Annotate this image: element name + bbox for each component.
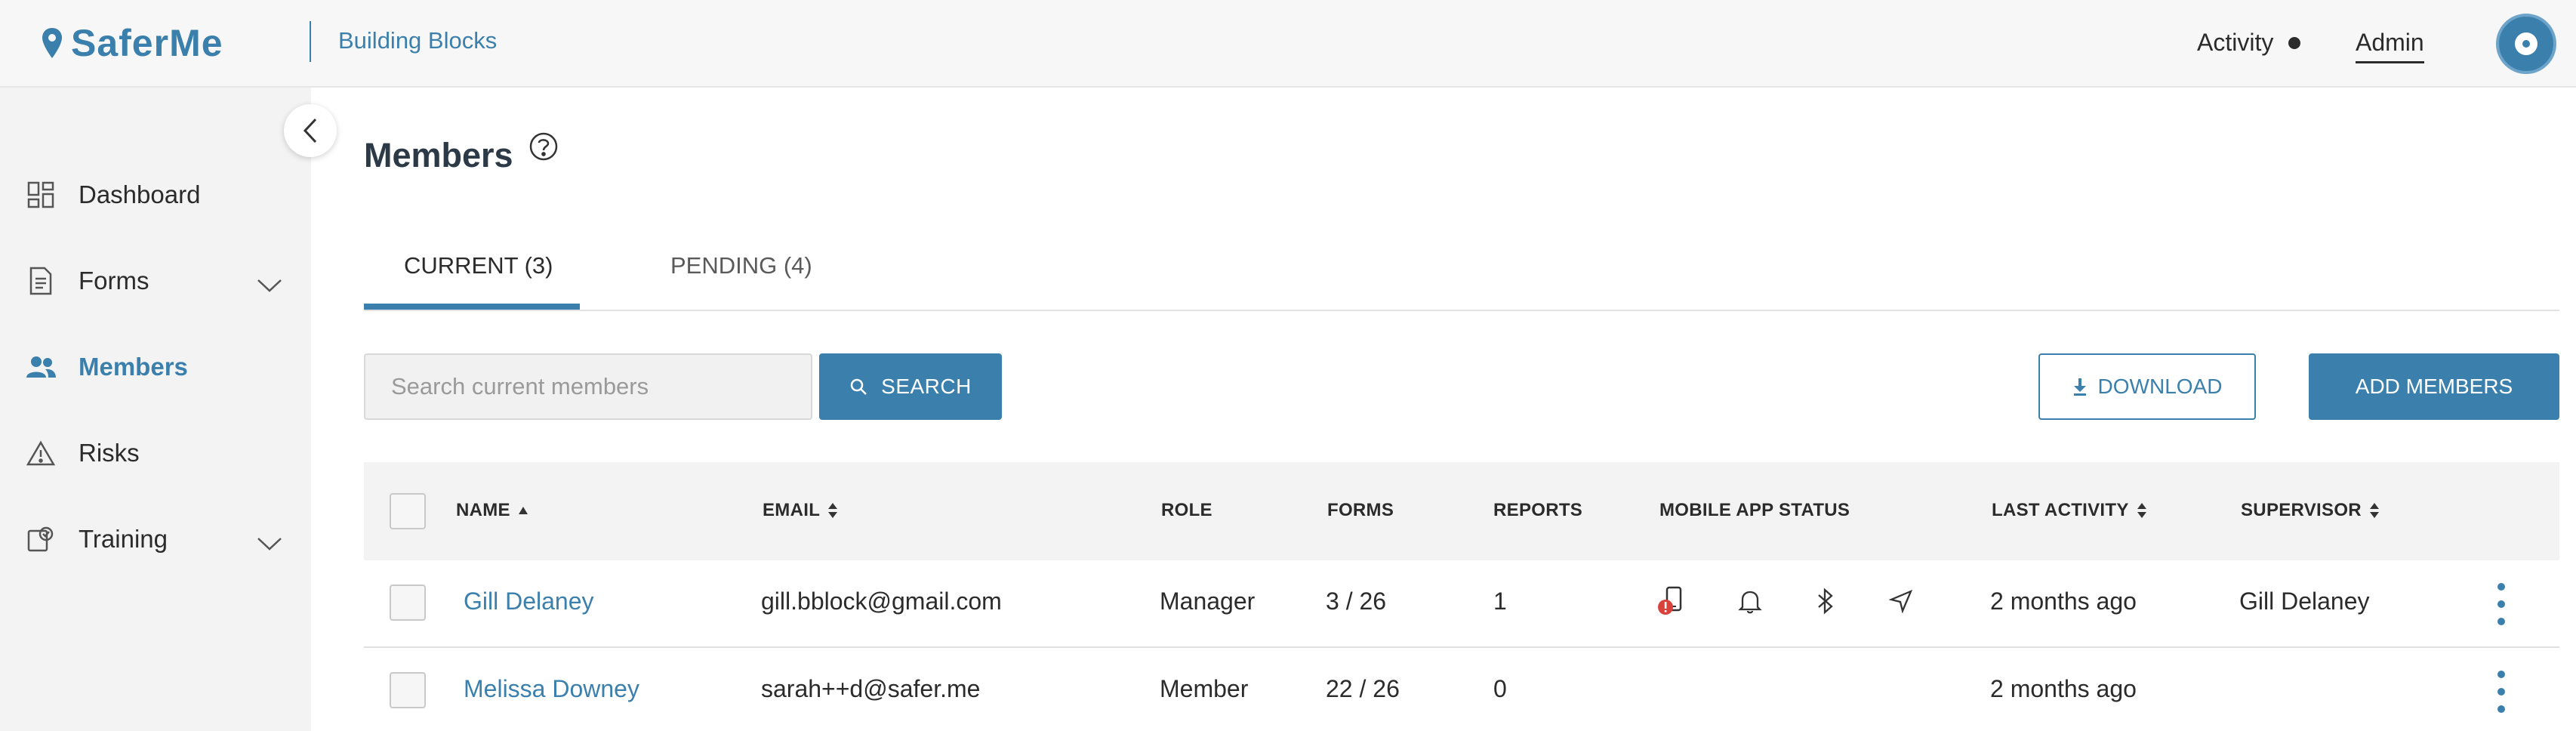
member-forms: 3 / 26 [1326, 588, 1387, 615]
sidebar-item-label: Members [79, 353, 188, 381]
people-icon [26, 352, 56, 382]
row-actions-menu-icon[interactable] [2496, 671, 2507, 713]
organization-name[interactable]: Building Blocks [338, 27, 497, 54]
column-header-reports: REPORTS [1493, 500, 1583, 520]
sidebar-item-forms[interactable]: Forms [26, 266, 282, 296]
top-header: SaferMe Building Blocks Activity Admin [0, 0, 2576, 88]
download-button[interactable]: DOWNLOAD [2038, 353, 2256, 420]
column-header-name[interactable]: NAME [456, 500, 528, 521]
sidebar-item-risks[interactable]: Risks [26, 438, 282, 468]
sort-ascending-icon [518, 507, 528, 514]
search-button[interactable]: SEARCH [819, 353, 1002, 420]
member-email: gill.bblock@gmail.com [761, 588, 1002, 615]
form-document-icon [26, 266, 56, 296]
row-checkbox[interactable] [390, 672, 426, 708]
member-role: Manager [1160, 588, 1256, 615]
column-header-mobile-app-status: MOBILE APP STATUS [1659, 500, 1850, 520]
member-last-activity: 2 months ago [1990, 675, 2137, 702]
column-header-email[interactable]: EMAIL [763, 500, 838, 521]
chevron-down-icon[interactable] [257, 270, 282, 299]
search-button-label: SEARCH [881, 375, 972, 398]
table-row[interactable]: Melissa Downey sarah++d@safer.me Member … [364, 648, 2559, 731]
header-divider [310, 21, 311, 62]
tabs-divider [364, 310, 2559, 311]
sort-icon [2369, 503, 2379, 518]
tab-pending[interactable]: PENDING (4) [670, 252, 812, 279]
sort-icon [2137, 503, 2146, 518]
help-circle-icon[interactable] [528, 131, 559, 162]
sidebar-item-label: Training [79, 525, 168, 553]
avatar-pin-icon [2515, 32, 2537, 55]
activity-indicator-dot [2288, 36, 2301, 49]
dashboard-grid-icon [26, 180, 56, 210]
brand-name: SaferMe [71, 22, 223, 64]
search-icon [850, 378, 867, 395]
member-role: Member [1160, 675, 1249, 702]
member-reports: 1 [1493, 588, 1507, 615]
column-header-last-activity[interactable]: LAST ACTIVITY [1992, 500, 2147, 521]
sidebar: Dashboard Forms Members Risks Training [0, 88, 311, 731]
user-avatar[interactable] [2496, 14, 2556, 74]
table-header: NAME EMAIL ROLE FORMS REPORTS MOBILE APP… [364, 462, 2559, 560]
sidebar-item-members[interactable]: Members [26, 352, 282, 382]
page-title: Members [364, 136, 513, 174]
member-forms: 22 / 26 [1326, 675, 1400, 702]
activity-link[interactable]: Activity [2197, 29, 2301, 57]
sidebar-item-label: Risks [79, 439, 140, 467]
row-checkbox[interactable] [390, 584, 426, 621]
select-all-checkbox[interactable] [390, 493, 426, 529]
column-header-role: ROLE [1161, 500, 1213, 520]
column-header-forms: FORMS [1327, 500, 1394, 520]
add-members-button[interactable]: ADD MEMBERS [2309, 353, 2559, 420]
tab-current[interactable]: CURRENT (3) [404, 252, 553, 279]
member-supervisor: Gill Delaney [2239, 588, 2370, 615]
sidebar-item-label: Forms [79, 267, 149, 295]
member-email: sarah++d@safer.me [761, 675, 981, 702]
row-actions-menu-icon[interactable] [2496, 583, 2507, 625]
location-arrow-icon[interactable] [1884, 584, 1918, 618]
member-name-link[interactable]: Gill Delaney [464, 588, 594, 615]
search-input[interactable] [364, 353, 812, 420]
column-header-supervisor[interactable]: SUPERVISOR [2241, 500, 2380, 521]
table-row[interactable]: Gill Delaney gill.bblock@gmail.com Manag… [364, 560, 2559, 648]
chevron-down-icon[interactable] [257, 529, 282, 557]
sidebar-item-label: Dashboard [79, 180, 201, 208]
phone-alert-icon[interactable] [1655, 584, 1688, 618]
sort-icon [828, 503, 838, 518]
training-icon [26, 524, 56, 554]
chevron-left-icon [303, 118, 317, 143]
admin-link[interactable]: Admin [2356, 29, 2424, 63]
download-button-label: DOWNLOAD [2097, 375, 2223, 398]
location-pin-icon [42, 28, 62, 58]
sidebar-item-dashboard[interactable]: Dashboard [26, 180, 282, 210]
bell-icon[interactable] [1733, 584, 1767, 618]
sidebar-collapse-button[interactable] [284, 104, 337, 157]
warning-triangle-icon [26, 438, 56, 468]
saferme-logo[interactable]: SaferMe [41, 21, 223, 65]
member-last-activity: 2 months ago [1990, 588, 2137, 615]
sidebar-item-training[interactable]: Training [26, 524, 282, 554]
active-tab-indicator [364, 304, 580, 310]
activity-label: Activity [2197, 29, 2274, 56]
member-reports: 0 [1493, 675, 1507, 702]
member-name-link[interactable]: Melissa Downey [464, 675, 639, 703]
download-icon [2073, 378, 2086, 396]
bluetooth-icon[interactable] [1809, 584, 1842, 618]
